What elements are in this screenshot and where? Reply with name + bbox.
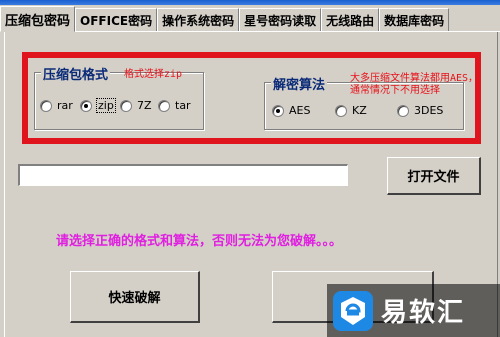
file-path-input[interactable] <box>18 164 348 186</box>
radio-zip[interactable]: zip <box>80 98 116 113</box>
radio-aes[interactable]: AES <box>272 104 310 117</box>
window-titlebar <box>0 0 500 5</box>
algorithm-hint-line2: 通常情况下不用选择 <box>350 85 440 96</box>
tab-database-password[interactable]: 数据库密码 <box>379 8 450 31</box>
brand-logo-icon <box>333 290 373 331</box>
algorithm-hint-line1: 大多压缩文件算法都用AES， <box>350 73 479 84</box>
radio-kz-label: KZ <box>352 104 367 117</box>
warning-message: 请选择正确的格式和算法，否则无法为您破解。。。 <box>56 234 343 249</box>
algorithm-group-title: 解密算法 <box>271 74 328 93</box>
tab-asterisk-password[interactable]: 星号密码读取 <box>239 8 322 31</box>
radio-aes-label: AES <box>289 104 311 117</box>
radio-rar[interactable]: rar <box>40 99 73 112</box>
radio-zip-indicator[interactable] <box>80 99 92 112</box>
radio-kz-indicator[interactable] <box>335 104 347 117</box>
radio-3des-label: 3DES <box>414 104 444 117</box>
radio-tar[interactable]: tar <box>158 99 191 112</box>
format-group-title: 压缩包格式 <box>41 64 111 83</box>
radio-7z[interactable]: 7Z <box>120 99 152 112</box>
watermark-logo: 易软汇 <box>327 284 500 337</box>
quick-crack-button[interactable]: 快速破解 <box>70 271 200 323</box>
tab-office-password[interactable]: OFFICE密码 <box>75 8 158 31</box>
radio-tar-label: tar <box>175 99 191 112</box>
radio-zip-label: zip <box>96 98 116 113</box>
radio-rar-label: rar <box>57 99 73 112</box>
radio-7z-label: 7Z <box>137 99 152 112</box>
open-file-button[interactable]: 打开文件 <box>387 157 481 195</box>
radio-rar-indicator[interactable] <box>40 99 52 112</box>
tab-bar: 压缩包密码 OFFICE密码 操作系统密码 星号密码读取 无线路由 数据库密码 <box>0 6 500 32</box>
radio-kz[interactable]: KZ <box>335 104 367 117</box>
tab-os-password[interactable]: 操作系统密码 <box>157 8 240 31</box>
radio-tar-indicator[interactable] <box>158 99 170 112</box>
watermark-text: 易软汇 <box>381 298 466 328</box>
format-hint: 格式选择zip <box>124 69 183 80</box>
radio-7z-indicator[interactable] <box>120 99 132 112</box>
tab-archive-password[interactable]: 压缩包密码 <box>0 6 76 32</box>
radio-3des-indicator[interactable] <box>397 104 409 117</box>
radio-3des[interactable]: 3DES <box>397 104 443 117</box>
radio-aes-indicator[interactable] <box>272 104 284 117</box>
tab-wireless-router[interactable]: 无线路由 <box>321 8 380 31</box>
